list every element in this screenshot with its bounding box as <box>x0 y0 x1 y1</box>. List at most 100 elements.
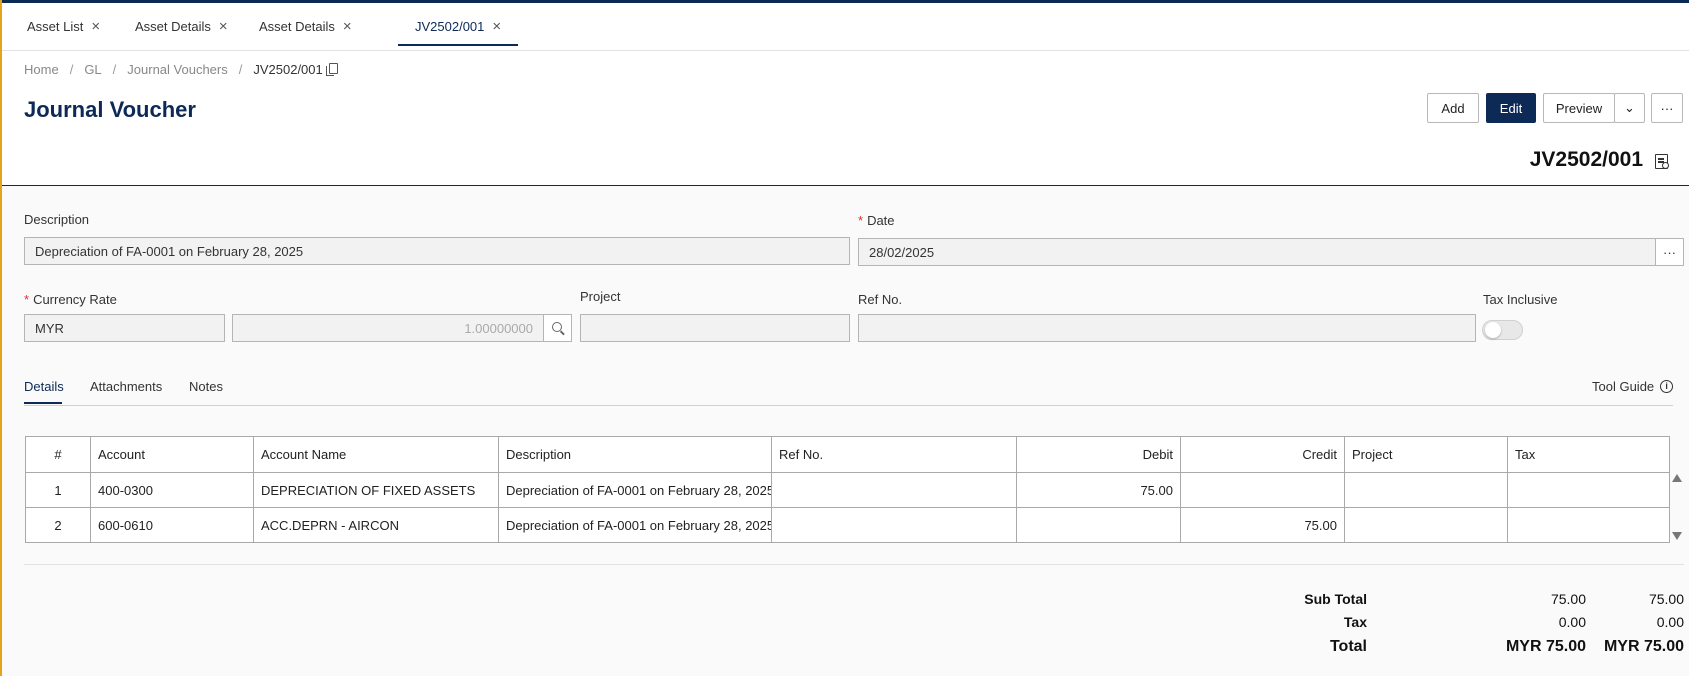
sub-total-credit: 75.00 <box>1648 591 1684 607</box>
column-header-tax[interactable]: Tax <box>1507 436 1670 473</box>
add-button[interactable]: Add <box>1427 93 1479 123</box>
column-header-description[interactable]: Description <box>498 436 772 473</box>
close-icon[interactable]: × <box>91 18 100 35</box>
description-label: Description <box>24 212 89 227</box>
cell-account[interactable]: 600-0610 <box>90 507 254 543</box>
scroll-down-arrow-icon[interactable] <box>1672 532 1682 540</box>
tab-jv2502-001[interactable]: JV2502/001 × <box>397 3 519 50</box>
project-label-text: Project <box>580 289 621 304</box>
tax-inclusive-toggle[interactable] <box>1482 320 1523 340</box>
column-header-project[interactable]: Project <box>1344 436 1508 473</box>
required-marker: * <box>24 292 30 307</box>
date-picker-button[interactable]: ··· <box>1655 238 1684 266</box>
tab-label: Asset Details <box>259 19 335 34</box>
description-input[interactable] <box>24 237 850 265</box>
edit-button[interactable]: Edit <box>1486 93 1536 123</box>
more-icon: ··· <box>1663 244 1676 260</box>
breadcrumb-journal-vouchers[interactable]: Journal Vouchers <box>127 62 227 77</box>
scroll-up-arrow-icon[interactable] <box>1672 474 1682 482</box>
table-row[interactable]: 2 600-0610 ACC.DEPRN - AIRCON Depreciati… <box>25 507 1670 543</box>
cell-description[interactable]: Depreciation of FA-0001 on February 28, … <box>498 507 772 543</box>
preview-dropdown-button[interactable]: ⌄ <box>1614 93 1645 123</box>
more-icon: ··· <box>1660 100 1674 116</box>
required-marker: * <box>858 213 864 228</box>
description-label-text: Description <box>24 212 90 227</box>
journal-lines-table: # Account Account Name Description Ref N… <box>25 436 1670 543</box>
project-input[interactable] <box>580 314 850 342</box>
breadcrumb-current: JV2502/001 <box>253 62 323 77</box>
column-header-ref-no[interactable]: Ref No. <box>771 436 1017 473</box>
currency-rate-input[interactable] <box>232 314 544 342</box>
tab-label: Asset List <box>27 19 84 34</box>
cell-number: 2 <box>25 507 91 543</box>
tab-asset-list[interactable]: Asset List × <box>27 3 100 50</box>
tax-total-label: Tax <box>1343 614 1367 630</box>
breadcrumb-separator: / <box>69 62 74 77</box>
cell-credit[interactable]: 75.00 <box>1180 507 1345 543</box>
search-icon <box>551 322 562 332</box>
close-icon[interactable]: × <box>219 18 228 35</box>
date-label-text: Date <box>867 213 895 228</box>
document-search-icon[interactable] <box>1655 154 1669 169</box>
copy-icon[interactable] <box>325 63 338 76</box>
tab-label: Asset Details <box>135 19 211 34</box>
tab-asset-details-1[interactable]: Asset Details × <box>135 3 228 50</box>
cell-description[interactable]: Depreciation of FA-0001 on February 28, … <box>498 472 772 508</box>
breadcrumb-separator: / <box>238 62 243 77</box>
cell-account[interactable]: 400-0300 <box>90 472 254 508</box>
close-icon[interactable]: × <box>492 18 501 35</box>
project-label: Project <box>580 289 620 304</box>
cell-tax[interactable] <box>1507 472 1670 508</box>
cell-project[interactable] <box>1344 507 1508 543</box>
tab-label: JV2502/001 <box>415 19 485 34</box>
document-number: JV2502/001 <box>1529 148 1643 171</box>
cell-credit[interactable] <box>1180 472 1345 508</box>
tool-guide-label: Tool Guide <box>1592 379 1655 394</box>
tab-bar: Asset List × Asset Details × Asset Detai… <box>2 3 1689 51</box>
column-header-account-name[interactable]: Account Name <box>253 436 499 473</box>
subtab-notes[interactable]: Notes <box>189 379 223 394</box>
tab-asset-details-2[interactable]: Asset Details × <box>259 3 352 50</box>
cell-debit[interactable]: 75.00 <box>1016 472 1181 508</box>
page-title: Journal Voucher <box>24 97 196 122</box>
cell-ref-no[interactable] <box>771 507 1017 543</box>
info-icon: i <box>1660 380 1674 393</box>
currency-input[interactable] <box>24 314 225 342</box>
breadcrumb-gl[interactable]: GL <box>84 62 101 77</box>
table-header-row: # Account Account Name Description Ref N… <box>25 436 1670 473</box>
active-subtab-indicator <box>24 402 62 404</box>
cell-debit[interactable] <box>1016 507 1181 543</box>
currency-rate-search-button[interactable] <box>543 314 572 342</box>
subtab-attachments[interactable]: Attachments <box>90 379 162 394</box>
date-label: * Date <box>858 213 895 228</box>
breadcrumb-home[interactable]: Home <box>24 62 59 77</box>
cell-account-name: DEPRECIATION OF FIXED ASSETS <box>253 472 499 508</box>
chevron-down-icon: ⌄ <box>1624 100 1635 115</box>
cell-ref-no[interactable] <box>771 472 1017 508</box>
ref-no-input[interactable] <box>858 314 1476 342</box>
tax-inclusive-label: Tax Inclusive <box>1483 292 1557 307</box>
more-button[interactable]: ··· <box>1651 93 1683 123</box>
date-input[interactable] <box>858 238 1656 266</box>
tax-total-debit: 0.00 <box>1558 614 1586 630</box>
sub-total-debit: 75.00 <box>1550 591 1586 607</box>
tool-guide-link[interactable]: Tool Guide i <box>1592 379 1674 394</box>
cell-tax[interactable] <box>1507 507 1670 543</box>
column-header-number[interactable]: # <box>25 436 91 473</box>
sub-total-label: Sub Total <box>1304 591 1367 607</box>
breadcrumb: Home / GL / Journal Vouchers / JV2502/00… <box>24 62 338 77</box>
column-header-debit[interactable]: Debit <box>1016 436 1181 473</box>
grand-total-credit: MYR 75.00 <box>1603 638 1684 655</box>
column-header-credit[interactable]: Credit <box>1180 436 1345 473</box>
column-header-account[interactable]: Account <box>90 436 254 473</box>
cell-number: 1 <box>25 472 91 508</box>
subtab-details[interactable]: Details <box>24 379 64 394</box>
totals-divider <box>24 564 1684 565</box>
close-icon[interactable]: × <box>343 18 352 35</box>
cell-account-name: ACC.DEPRN - AIRCON <box>253 507 499 543</box>
left-accent-bar <box>0 0 2 676</box>
ref-no-label: Ref No. <box>858 292 902 307</box>
cell-project[interactable] <box>1344 472 1508 508</box>
preview-button[interactable]: Preview <box>1543 93 1615 123</box>
table-row[interactable]: 1 400-0300 DEPRECIATION OF FIXED ASSETS … <box>25 472 1670 508</box>
